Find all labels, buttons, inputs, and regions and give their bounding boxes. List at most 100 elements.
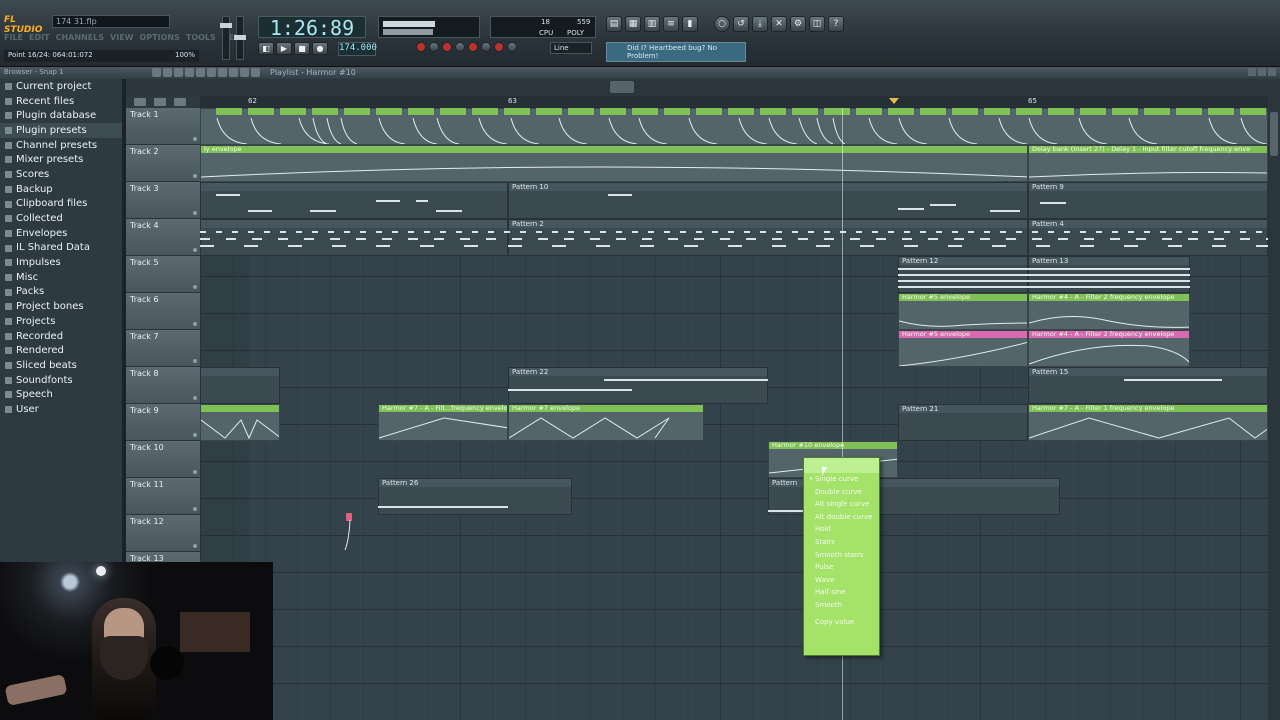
browser-item[interactable]: Recent files [0,94,126,109]
browser-item[interactable]: Misc [0,270,126,285]
paint-tool-icon[interactable] [163,68,172,77]
menu-stairs[interactable]: Stairs [804,536,879,549]
edison-icon[interactable]: ✕ [771,16,787,32]
master-volume-slider[interactable] [220,16,232,60]
cpu-panic-icon[interactable]: ⚙ [790,16,806,32]
track-header[interactable]: Track 1 [126,108,200,145]
browser-item[interactable]: User [0,402,126,417]
close-icon[interactable] [1268,68,1276,76]
browser-item[interactable]: Backup [0,182,126,197]
browser-item[interactable]: Rendered [0,343,126,358]
snap-mode-select[interactable]: Line [550,42,592,54]
browser-item[interactable]: IL Shared Data [0,241,126,256]
browser-item[interactable]: Speech [0,387,126,402]
overview-thumb[interactable] [610,81,634,93]
slip-tool-icon[interactable] [196,68,205,77]
pattern-clip[interactable] [200,182,508,219]
pattern-clip[interactable]: Pattern 21 [898,404,1028,441]
menu-pulse[interactable]: Pulse [804,561,879,574]
envelope-clip[interactable]: Harmor #4 - A - Filter 2 frequency envel… [1028,293,1190,330]
track-header[interactable]: Track 3 [126,182,200,219]
typing-kbd-icon[interactable] [507,42,517,52]
browser-item[interactable]: Recorded [0,329,126,344]
zoom-tool-icon[interactable] [229,68,238,77]
browser-item[interactable]: Project bones [0,299,126,314]
menu-alt-double-curve[interactable]: Alt double curve [804,511,879,524]
track-header[interactable]: Track 11 [126,478,200,515]
track-header[interactable]: Track 2 [126,145,200,182]
playhead-marker[interactable] [889,98,899,104]
mixer-window-icon[interactable]: ▮ [682,16,698,32]
browser-item[interactable]: Scores [0,167,126,182]
menu-copy-value[interactable]: Copy value [804,616,879,629]
draw-tool-icon[interactable] [152,68,161,77]
plugin-picker-icon[interactable]: ○ [714,16,730,32]
browser-item[interactable]: Impulses [0,255,126,270]
track-header[interactable]: Track 5 [126,256,200,293]
track-header[interactable]: Track 9 [126,404,200,441]
menu-smooth-stairs[interactable]: Smooth stairs [804,549,879,562]
track-view-icon[interactable] [154,98,166,106]
pattern-song-toggle[interactable]: ◧ [258,42,274,55]
browser-window-icon[interactable]: ≡ [663,16,679,32]
select-tool-icon[interactable] [218,68,227,77]
browser-item[interactable]: Plugin database [0,108,126,123]
envelope-clip[interactable]: ly envelope [200,145,1028,182]
piano-roll-icon[interactable]: ▥ [644,16,660,32]
browser-item-selected[interactable]: Plugin presets [0,123,126,138]
pattern-clip[interactable]: Pattern 10 [508,182,1028,219]
step-edit-icon[interactable] [481,42,491,52]
mute-tool-icon[interactable] [185,68,194,77]
playback-tool-icon[interactable] [240,68,249,77]
menu-edit[interactable]: EDIT [29,33,50,46]
rec-mode-icon[interactable] [416,42,426,52]
envelope-clip[interactable]: Delay bank (Insert 27) - Delay 1 - Input… [1028,145,1268,182]
pattern-clip[interactable] [200,367,280,404]
browser-item[interactable]: Projects [0,314,126,329]
playlist-grid[interactable]: ly envelope Delay bank (Insert 27) - Del… [200,108,1268,720]
song-time-display[interactable]: 1:26:89 [258,16,366,39]
envelope-clip[interactable]: Harmor #7 envelope [508,404,704,441]
menu-file[interactable]: FILE [4,33,23,46]
browser-item[interactable]: Packs [0,285,126,300]
wait-icon[interactable] [442,42,452,52]
pattern-clip[interactable]: Pattern 26 [378,478,572,515]
track-menu-icon[interactable] [134,98,146,106]
scroll-thumb[interactable] [1270,112,1278,156]
envelope-clip[interactable] [200,404,280,441]
pattern-clip[interactable]: Pattern 15 [1028,367,1268,404]
stop-button[interactable]: ■ [294,42,310,55]
menu-tools[interactable]: TOOLS [186,33,216,46]
envelope-clip[interactable]: Harmor #7 - A - Filt...frequency envelop… [378,404,508,441]
track-header[interactable]: Track 12 [126,515,200,552]
track-header[interactable]: Track 6 [126,293,200,330]
tempo-display[interactable]: 174.000 [338,42,377,56]
browser-item[interactable]: Current project [0,79,126,94]
track-header[interactable]: Track 7 [126,330,200,367]
timeline-ruler[interactable]: 62 63 64 65 [200,96,1268,108]
pattern-clip[interactable]: Pattern 22 [508,367,768,404]
record-button[interactable]: ● [312,42,328,55]
envelope-clip[interactable]: Harmor #5 envelope [898,330,1028,367]
track-header[interactable]: Track 4 [126,219,200,256]
menu-options[interactable]: OPTIONS [140,33,180,46]
master-pitch-slider[interactable] [234,16,246,60]
menu-alt-single-curve[interactable]: Alt single curve [804,498,879,511]
browser-item[interactable]: Collected [0,211,126,226]
browser-item[interactable]: Sliced beats [0,358,126,373]
help-icon[interactable]: ? [828,16,844,32]
countdown-icon[interactable] [455,42,465,52]
blend-icon[interactable] [494,42,504,52]
browser-item[interactable]: Channel presets [0,138,126,153]
browser-item[interactable]: Clipboard files [0,197,126,212]
menu-wave[interactable]: Wave [804,574,879,587]
render-icon[interactable]: ⤓ [752,16,768,32]
envelope-clip[interactable]: Harmor #7 - A - Filter 1 frequency envel… [1028,404,1268,441]
browser-item[interactable]: Envelopes [0,226,126,241]
menu-hold[interactable]: Hold [804,523,879,536]
browser-item[interactable]: Mixer presets [0,152,126,167]
play-button[interactable]: ▶ [276,42,292,55]
envelope-clip[interactable]: Harmor #4 - A - Filter 2 frequency envel… [1028,330,1190,367]
browser-item[interactable]: Soundfonts [0,373,126,388]
playlist-overview[interactable] [126,79,1280,96]
